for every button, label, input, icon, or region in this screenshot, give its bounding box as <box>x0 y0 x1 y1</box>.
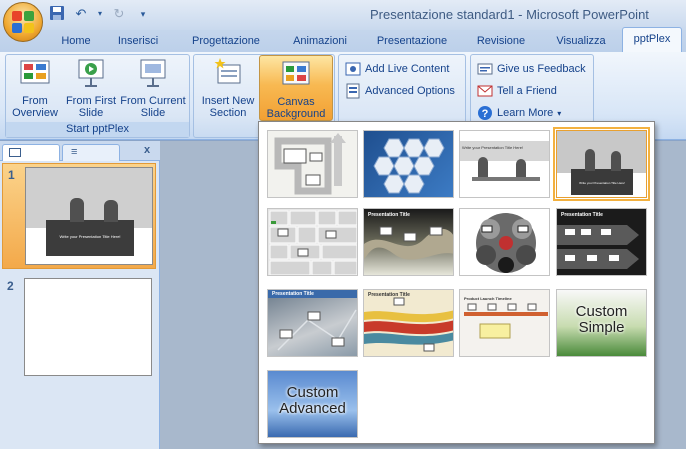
close-panel-icon[interactable]: x <box>144 144 150 156</box>
outline-tab-icon: ≡ <box>71 146 78 158</box>
gallery-thumb-wave[interactable]: Presentation Title <box>363 208 454 276</box>
thumb-caption: Custom Advanced <box>279 384 346 417</box>
tell-friend-button[interactable]: Tell a Friend <box>477 83 557 99</box>
gallery-thumb-circles-dark[interactable] <box>459 208 550 276</box>
current-slide-icon <box>140 59 166 87</box>
slide-number: 2 <box>7 279 14 293</box>
ribbon-tabs: Home Inserisci Progettazione Animazioni … <box>0 27 686 52</box>
tab-pptplex[interactable]: pptPlex <box>622 27 682 52</box>
slides-tab-icon <box>9 148 21 157</box>
gallery-thumb-chevrons-dark[interactable]: Presentation Title <box>556 208 647 276</box>
chevrons-background-icon <box>557 225 639 269</box>
from-overview-button[interactable]: From Overview <box>8 57 62 119</box>
give-feedback-button[interactable]: Give us Feedback <box>477 61 586 77</box>
blueprint-background-icon <box>277 309 357 351</box>
office-logo-icon <box>12 11 34 33</box>
save-icon[interactable] <box>48 5 66 23</box>
outline-tab[interactable]: ≡ <box>62 144 120 161</box>
learn-more-dropdown-icon: ▾ <box>557 108 562 118</box>
gallery-thumb-arrows[interactable] <box>267 130 358 198</box>
start-pptplex-group: From Overview From First Slide From Curr… <box>5 54 190 138</box>
gallery-thumb-meeting-gray[interactable]: Write your Presentation Title Here! <box>553 127 650 201</box>
undo-dropdown-icon[interactable]: ▾ <box>96 5 104 23</box>
live-content-icon <box>345 62 361 76</box>
options-icon <box>346 83 360 99</box>
new-section-icon <box>214 58 241 84</box>
quick-access-toolbar: ↶ ▾ ↻ ▾ <box>48 5 152 23</box>
from-current-slide-button[interactable]: From Current Slide <box>118 57 188 119</box>
slides-panel-tabs: ≡ x <box>0 141 160 161</box>
gallery-thumb-blueprint[interactable]: Presentation Title <box>267 289 358 357</box>
slide-thumbnail <box>24 278 152 376</box>
svg-text:?: ? <box>482 108 489 120</box>
tab-revisione[interactable]: Revisione <box>469 33 533 52</box>
title-bar: ↶ ▾ ↻ ▾ Presentazione standard1 - Micros… <box>0 0 686 42</box>
tab-animazioni[interactable]: Animazioni <box>283 33 357 52</box>
mail-icon <box>477 85 493 97</box>
canvas-background-gallery: Write your Presentation Title Here! Writ… <box>258 121 655 444</box>
from-first-slide-button[interactable]: From First Slide <box>64 57 118 119</box>
thumb-caption: Write your Presentation Title Here! <box>579 181 625 185</box>
wave-background-icon <box>364 226 453 260</box>
tab-inserisci[interactable]: Inserisci <box>110 33 166 52</box>
timeline-background-icon <box>464 303 548 339</box>
play-slide-icon <box>78 59 104 87</box>
help-icon: ? <box>478 106 492 120</box>
gallery-thumb-custom-advanced[interactable]: Custom Advanced <box>267 370 358 438</box>
overview-icon <box>20 60 50 84</box>
thumb-caption: Custom Simple <box>575 303 628 336</box>
hexagons-background-icon <box>373 138 445 194</box>
arrows-background-icon <box>274 133 346 195</box>
canvas-background-icon <box>282 61 310 85</box>
slide-thumbnail: Write your Presentation Title Here! <box>25 167 153 265</box>
slides-panel: ≡ x 1 Write your Presentation Title Here… <box>0 141 160 449</box>
feedback-icon <box>477 63 493 75</box>
tab-home[interactable]: Home <box>56 33 96 52</box>
gallery-thumb-hexagons[interactable] <box>363 130 454 198</box>
customize-qat-icon[interactable]: ▾ <box>134 5 152 23</box>
ribbons-background-icon <box>364 297 453 352</box>
office-button[interactable] <box>3 2 43 42</box>
gallery-thumb-flow-ribbons[interactable]: Presentation Title <box>363 289 454 357</box>
grid-blocks-background-icon <box>269 210 357 275</box>
window-title: Presentazione standard1 - Microsoft Powe… <box>370 7 649 22</box>
slide-number: 1 <box>8 168 15 182</box>
advanced-options-button[interactable]: Advanced Options <box>345 83 455 99</box>
slide-item-1[interactable]: 1 Write your Presentation Title Here! <box>2 163 156 269</box>
slide-caption: Write your Presentation Title Here! <box>59 234 121 239</box>
gallery-thumb-timeline[interactable]: Product Launch Timeline <box>459 289 550 357</box>
learn-more-button[interactable]: ? Learn More ▾ <box>477 105 561 121</box>
gallery-thumb-grid-blocks[interactable] <box>267 208 358 276</box>
insert-new-section-button[interactable]: Insert New Section <box>197 57 259 119</box>
circles-background-icon <box>476 213 536 273</box>
canvas-background-button[interactable]: Canvas Background ▾ <box>259 55 333 128</box>
start-pptplex-group-label: Start pptPlex <box>6 122 189 137</box>
undo-icon[interactable]: ↶ <box>72 5 90 23</box>
tab-presentazione[interactable]: Presentazione <box>370 33 454 52</box>
tab-progettazione[interactable]: Progettazione <box>183 33 269 52</box>
gallery-thumb-meeting-white[interactable]: Write your Presentation Title Here! <box>459 130 550 198</box>
thumb-caption: Write your Presentation Title Here! <box>462 145 524 150</box>
tab-visualizza[interactable]: Visualizza <box>549 33 613 52</box>
redo-icon[interactable]: ↻ <box>110 5 128 23</box>
slide-item-2[interactable]: 2 <box>2 275 156 381</box>
add-live-content-button[interactable]: Add Live Content <box>345 61 449 77</box>
slides-tab[interactable] <box>2 144 60 161</box>
gallery-thumb-custom-simple[interactable]: Custom Simple <box>556 289 647 357</box>
